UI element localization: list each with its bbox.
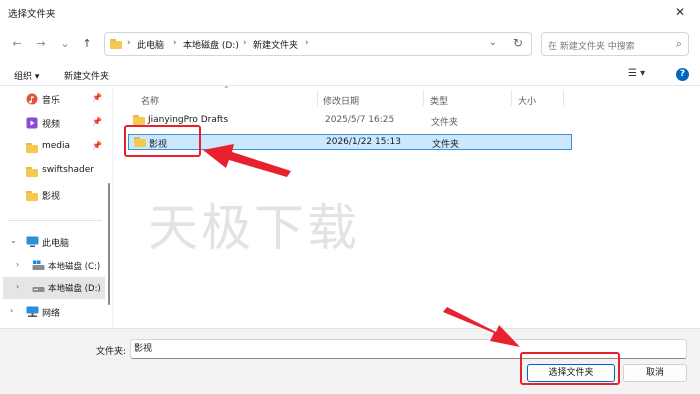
sidebar-item-label: 此电脑 <box>42 239 70 249</box>
view-options-icon[interactable]: ☰ ▾ <box>628 68 645 79</box>
pin-icon: 📌 <box>92 117 102 126</box>
breadcrumb-this-pc[interactable]: 此电脑 <box>137 38 164 51</box>
cancel-button[interactable]: 取消 <box>623 364 687 382</box>
column-separator[interactable] <box>563 90 564 106</box>
breadcrumb-separator: › <box>127 38 131 48</box>
folder-icon <box>26 191 38 203</box>
sidebar-item-network[interactable]: › 网络 <box>0 301 112 323</box>
sidebar-item-drive-d[interactable]: › 本地磁盘 (D:) <box>3 277 105 299</box>
folder-icon <box>26 143 38 155</box>
column-header-modified[interactable]: 修改日期 <box>323 94 359 107</box>
video-icon <box>26 117 38 129</box>
sidebar-item-label: 网络 <box>42 309 61 319</box>
collapsed-chevron-icon[interactable]: › <box>10 306 13 315</box>
file-modified: 2025/5/7 16:25 <box>325 115 395 125</box>
new-folder-button[interactable]: 新建文件夹 <box>64 69 109 82</box>
file-type: 文件夹 <box>432 140 460 150</box>
breadcrumb-separator[interactable]: › <box>173 38 177 48</box>
column-header-name[interactable]: 名称 <box>141 94 159 107</box>
folder-name-label: 文件夹: <box>96 347 127 357</box>
sidebar-item-yingshi[interactable]: 影视 <box>0 184 112 206</box>
up-arrow-icon[interactable]: ↑ <box>80 37 94 51</box>
forward-arrow-icon[interactable]: → <box>34 37 48 51</box>
back-arrow-icon[interactable]: ← <box>10 37 24 51</box>
help-icon[interactable]: ? <box>676 68 689 81</box>
window-title: 选择文件夹 <box>8 9 56 20</box>
file-type: 文件夹 <box>431 118 459 128</box>
watermark: 天极下载 <box>148 199 360 257</box>
sidebar-item-label: swiftshader <box>42 165 94 175</box>
sidebar-item-media[interactable]: media 📌 <box>0 136 112 158</box>
search-box[interactable]: 在 新建文件夹 中搜索 ⌕ <box>541 32 689 56</box>
refresh-icon[interactable]: ↻ <box>513 36 523 50</box>
column-header-type[interactable]: 类型 <box>430 94 448 107</box>
navigation-bar: ← → ⌄ ↑ › 此电脑 › 本地磁盘 (D:) › 新建文件夹 › ⌄ ↻ … <box>0 24 700 64</box>
folder-icon <box>26 167 38 179</box>
breadcrumb-new-folder[interactable]: 新建文件夹 <box>253 38 298 51</box>
search-icon[interactable]: ⌕ <box>676 37 682 51</box>
recent-locations-chevron-icon[interactable]: ⌄ <box>58 37 72 51</box>
music-icon <box>26 93 38 105</box>
address-dropdown-icon[interactable]: ⌄ <box>489 37 497 48</box>
column-separator[interactable] <box>317 90 318 106</box>
folder-icon <box>134 137 146 147</box>
file-name: JianyingPro Drafts <box>148 115 229 125</box>
sort-ascending-icon: ⌃ <box>223 85 230 94</box>
column-separator[interactable] <box>423 90 424 106</box>
column-separator[interactable] <box>511 90 512 106</box>
breadcrumb-separator[interactable]: › <box>305 38 309 48</box>
file-row[interactable]: 影视 2026/1/22 15:13 文件夹 <box>128 134 572 150</box>
network-icon <box>26 306 39 318</box>
folder-icon <box>110 39 122 49</box>
navigation-pane: 音乐 📌 视频 📌 media 📌 swiftshader 影视 ⌄ 此电脑 ›… <box>0 86 112 328</box>
expand-chevron-icon[interactable]: ⌄ <box>10 236 17 245</box>
address-bar[interactable]: › 此电脑 › 本地磁盘 (D:) › 新建文件夹 › ⌄ ↻ <box>104 32 532 56</box>
sidebar-item-label: 本地磁盘 (D:) <box>48 284 101 294</box>
organize-menu[interactable]: 组织 ▾ <box>14 69 39 82</box>
sidebar-item-this-pc[interactable]: ⌄ 此电脑 <box>0 231 112 253</box>
folder-icon <box>133 115 145 125</box>
title-bar: 选择文件夹 ✕ <box>0 0 700 24</box>
collapsed-chevron-icon[interactable]: › <box>16 282 19 291</box>
breadcrumb-drive-d[interactable]: 本地磁盘 (D:) <box>183 38 239 51</box>
computer-icon <box>26 236 39 248</box>
sidebar-item-label: 视频 <box>42 120 61 130</box>
drive-icon <box>32 282 45 294</box>
search-placeholder[interactable]: 在 新建文件夹 中搜索 <box>548 39 635 52</box>
breadcrumb-separator[interactable]: › <box>243 38 247 48</box>
column-header-size[interactable]: 大小 <box>518 94 536 107</box>
file-modified: 2026/1/22 15:13 <box>326 137 401 147</box>
sidebar-item-label: media <box>42 141 71 151</box>
sidebar-item-music[interactable]: 音乐 📌 <box>0 88 112 110</box>
select-folder-button[interactable]: 选择文件夹 <box>527 364 615 382</box>
file-name: 影视 <box>149 140 168 150</box>
collapsed-chevron-icon[interactable]: › <box>16 260 19 269</box>
sidebar-item-videos[interactable]: 视频 📌 <box>0 112 112 134</box>
sidebar-scrollbar[interactable] <box>108 183 110 305</box>
sidebar-divider <box>8 220 102 221</box>
drive-icon <box>32 260 45 272</box>
dialog-footer: 文件夹: 影视 选择文件夹 取消 <box>0 328 700 394</box>
sidebar-item-label: 影视 <box>42 192 61 202</box>
pin-icon: 📌 <box>92 93 102 102</box>
folder-name-input[interactable]: 影视 <box>130 339 687 359</box>
pin-icon: 📌 <box>92 141 102 150</box>
file-row[interactable]: JianyingPro Drafts 2025/5/7 16:25 文件夹 <box>128 113 572 129</box>
command-bar: 组织 ▾ 新建文件夹 ☰ ▾ ? <box>0 64 700 86</box>
sidebar-item-drive-c[interactable]: › 本地磁盘 (C:) <box>0 255 112 277</box>
sidebar-item-swiftshader[interactable]: swiftshader <box>0 160 112 182</box>
sidebar-item-label: 音乐 <box>42 96 61 106</box>
close-icon[interactable]: ✕ <box>660 0 700 24</box>
sidebar-item-label: 本地磁盘 (C:) <box>48 262 101 272</box>
